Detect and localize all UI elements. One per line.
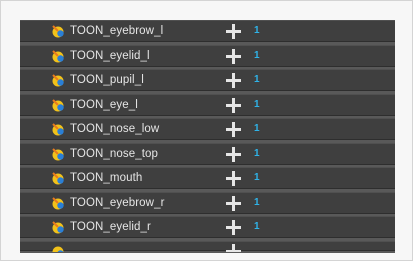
layer-count: 1 xyxy=(254,98,260,110)
toon-drawing-icon xyxy=(52,74,64,87)
plus-icon[interactable] xyxy=(226,220,241,235)
toon-drawing-icon xyxy=(52,147,64,160)
plus-icon[interactable] xyxy=(226,24,241,39)
toon-drawing-icon xyxy=(52,98,64,111)
layer-count: 1 xyxy=(254,147,260,159)
layer-name: TOON_nose_low xyxy=(70,123,160,135)
toon-drawing-icon xyxy=(52,221,64,234)
layer-count: 1 xyxy=(254,49,260,61)
plus-icon[interactable] xyxy=(226,195,241,211)
layer-name: TOON_eye_l xyxy=(70,98,138,111)
layer-name: TOON_pupil_l xyxy=(70,74,144,86)
plus-icon[interactable] xyxy=(226,73,241,88)
layer-row[interactable]: TOON_eyelid_r 1 xyxy=(20,216,395,238)
layer-name: TOON_nose_top xyxy=(70,147,159,160)
screenshot-frame: TOON_eyebrow_l 1 TOON_eyelid_l 1 TOON_pu… xyxy=(0,0,413,261)
plus-icon[interactable] xyxy=(226,243,241,252)
layer-name: TOON_eyelid_r xyxy=(70,221,151,233)
toon-drawing-icon xyxy=(52,25,64,38)
layer-row-partial[interactable] xyxy=(20,240,395,252)
layer-count: 1 xyxy=(254,74,260,85)
toon-drawing-icon xyxy=(52,172,64,185)
layer-row[interactable]: TOON_nose_low 1 xyxy=(20,118,395,140)
plus-icon[interactable] xyxy=(226,146,241,162)
layer-count: 1 xyxy=(254,172,260,183)
layer-row[interactable]: TOON_mouth 1 xyxy=(20,167,395,189)
plus-icon[interactable] xyxy=(226,48,241,64)
layer-count: 1 xyxy=(254,25,260,36)
layer-row[interactable]: TOON_eye_l 1 xyxy=(20,93,395,116)
layer-row[interactable]: TOON_nose_top 1 xyxy=(20,142,395,165)
layer-count: 1 xyxy=(254,221,260,232)
toon-drawing-icon xyxy=(52,49,64,62)
toon-drawing-icon xyxy=(52,196,64,209)
layer-count: 1 xyxy=(254,196,260,208)
toon-drawing-icon xyxy=(52,246,64,252)
layer-row[interactable]: TOON_pupil_l 1 xyxy=(20,69,395,91)
layer-list-panel: TOON_eyebrow_l 1 TOON_eyelid_l 1 TOON_pu… xyxy=(20,20,395,253)
plus-icon[interactable] xyxy=(226,97,241,113)
layer-name: TOON_eyebrow_r xyxy=(70,196,165,209)
layer-name: TOON_mouth xyxy=(70,172,143,184)
layer-name: TOON_eyelid_l xyxy=(70,49,150,62)
layer-row[interactable]: TOON_eyebrow_l 1 xyxy=(20,20,395,42)
plus-icon[interactable] xyxy=(226,122,241,137)
layer-count: 1 xyxy=(254,123,260,134)
layer-row[interactable]: TOON_eyebrow_r 1 xyxy=(20,191,395,214)
toon-drawing-icon xyxy=(52,123,64,136)
layer-name: TOON_eyebrow_l xyxy=(70,25,164,37)
layer-row[interactable]: TOON_eyelid_l 1 xyxy=(20,44,395,67)
plus-icon[interactable] xyxy=(226,171,241,186)
